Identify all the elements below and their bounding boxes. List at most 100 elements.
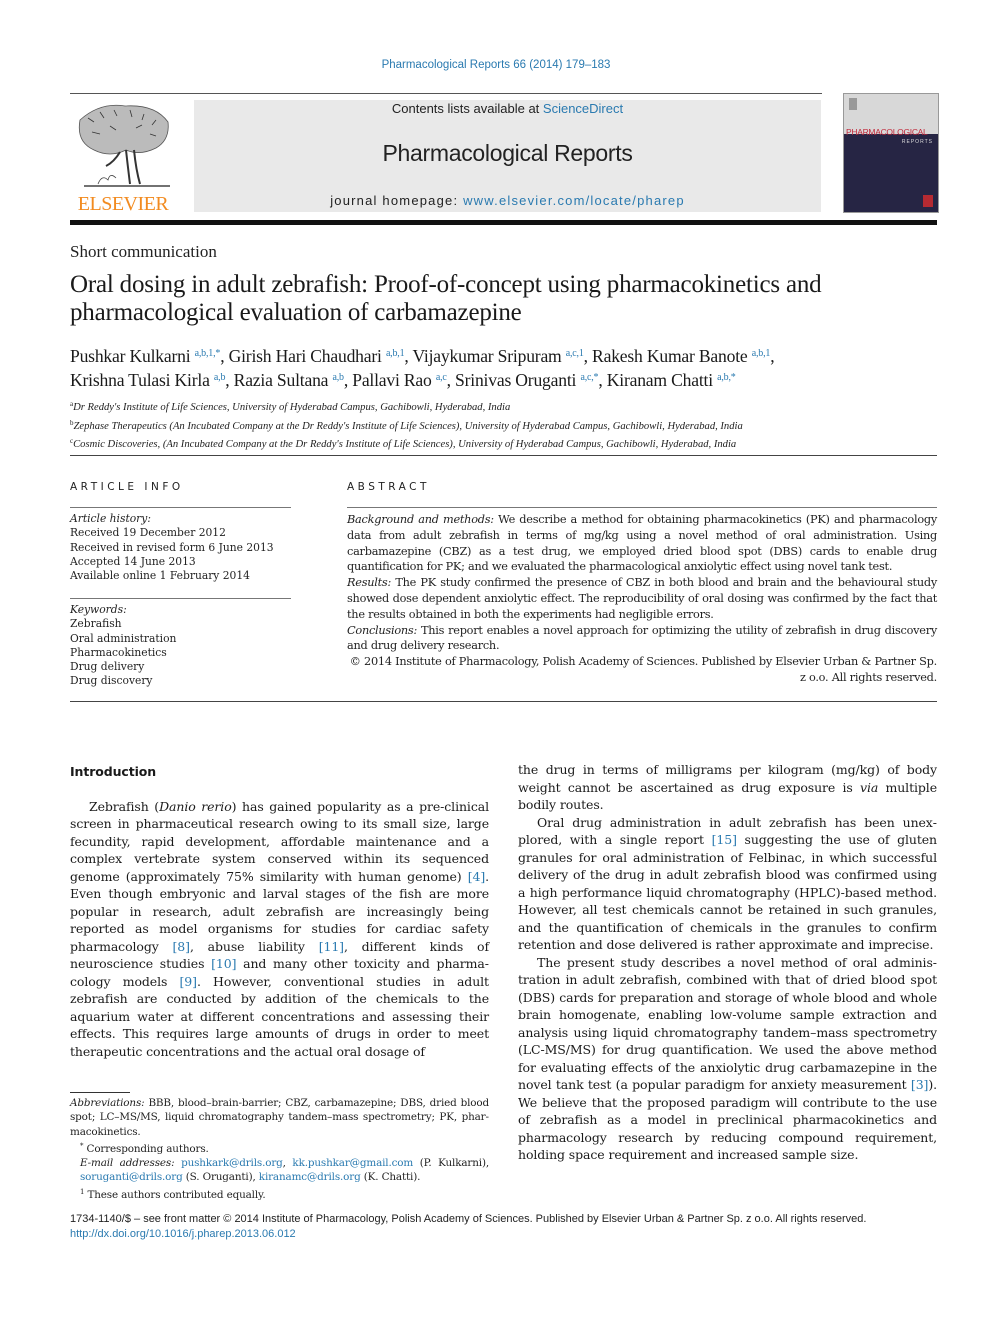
- citation-link[interactable]: [10]: [211, 956, 236, 971]
- affiliations: aDr Reddy's Institute of Life Sciences, …: [70, 397, 940, 453]
- citation-link[interactable]: [15]: [712, 832, 737, 847]
- author-affil-sup[interactable]: a,b,1,*: [195, 348, 221, 359]
- abstract-body: Background and methods: We describe a me…: [347, 512, 937, 686]
- author-name: Pallavi Rao: [352, 370, 432, 390]
- cover-logo-icon: [849, 98, 857, 110]
- keyword[interactable]: Pharmacokinetics: [70, 646, 300, 660]
- text: These authors contributed equally.: [84, 1188, 266, 1201]
- email-link[interactable]: soruganti@drils.org: [80, 1171, 183, 1183]
- sciencedirect-link[interactable]: ScienceDirect: [543, 101, 623, 116]
- citation-link[interactable]: [8]: [173, 939, 191, 954]
- history-item: Received in revised form 6 June 2013: [70, 540, 274, 554]
- author-affil-sup[interactable]: a,c: [436, 372, 447, 383]
- author[interactable]: Vijaykumar Sripuram a,c,1: [412, 346, 583, 366]
- author[interactable]: Kiranam Chatti a,b,*: [607, 370, 736, 390]
- author[interactable]: Pushkar Kulkarni a,b,1,*: [70, 346, 220, 366]
- article-type: Short communication: [70, 242, 217, 261]
- text: (P. Kulkarni),: [413, 1157, 490, 1170]
- keyword[interactable]: Oral administration: [70, 632, 300, 646]
- author-name: Razia Sultana: [233, 370, 329, 390]
- abstract-results: Results: The PK study confirmed the pres…: [347, 575, 937, 622]
- abbreviations: Abbreviations: BBB, blood–brain-barrier;…: [70, 1096, 489, 1139]
- text: (S. Oruganti),: [182, 1171, 259, 1184]
- cover-title: PHARMACOLOGICAL: [846, 127, 928, 137]
- author-name: Rakesh Kumar Banote: [592, 346, 748, 366]
- abstract-copyright: © 2014 Institute of Pharmacology, Polish…: [347, 654, 938, 686]
- keywords-label: Keywords:: [70, 603, 127, 616]
- author[interactable]: Srinivas Oruganti a,c,*: [455, 370, 599, 390]
- keyword[interactable]: Zebrafish: [70, 617, 300, 631]
- text: Zebrafish (: [89, 798, 160, 814]
- paragraph: Oral drug administration in adult zebraf…: [518, 814, 937, 954]
- footnote-rule: [70, 1092, 130, 1093]
- header-thick-rule: [70, 220, 937, 225]
- journal-cover-thumbnail[interactable]: PHARMACOLOGICAL REPORTS: [843, 93, 939, 213]
- divider: [70, 598, 291, 599]
- homepage-prefix: journal homepage:: [330, 193, 464, 208]
- author-affil-sup[interactable]: a,c,*: [580, 372, 598, 383]
- affiliation-text: Cosmic Discoveries, (An Incubated Compan…: [73, 439, 737, 450]
- paragraph: Zebrafish (Danio rerio) has gained popul…: [70, 798, 489, 1061]
- author-name: Srinivas Oruganti: [455, 370, 577, 390]
- text: ,: [282, 1157, 293, 1170]
- keywords: Keywords: Zebrafish Oral administration …: [70, 603, 300, 689]
- doi-link[interactable]: http://dx.doi.org/10.1016/j.pharep.2013.…: [70, 1227, 940, 1242]
- issn-line: 1734-1140/$ – see front matter © 2014 In…: [70, 1213, 867, 1225]
- text: The PK study confirmed the presence of C…: [347, 576, 937, 621]
- affiliation-text: Zephase Therapeutics (An Incubated Compa…: [73, 420, 743, 432]
- citation-link[interactable]: [9]: [180, 974, 198, 989]
- citation-link[interactable]: [4]: [468, 869, 486, 884]
- history-item: Accepted 14 June 2013: [70, 554, 196, 568]
- keyword[interactable]: Drug discovery: [70, 674, 300, 688]
- abstract-heading: ABSTRACT: [347, 481, 430, 493]
- author-affil-sup[interactable]: a,b,*: [717, 372, 736, 383]
- author-affil-sup[interactable]: a,b: [214, 372, 226, 383]
- author-affil-sup[interactable]: a,b,1: [752, 348, 771, 359]
- keyword[interactable]: Drug delivery: [70, 660, 300, 674]
- affiliation: aDr Reddy's Institute of Life Sciences, …: [70, 397, 940, 416]
- email-link[interactable]: pushkark@drils.org: [181, 1157, 283, 1169]
- label: Results:: [347, 576, 392, 590]
- body-column-right: the drug in terms of milligrams per kilo…: [518, 761, 937, 1164]
- text: This report enables a novel approach for…: [347, 623, 937, 653]
- homepage-link[interactable]: www.elsevier.com/locate/pharep: [463, 193, 685, 208]
- author-name: Girish Hari Chaudhari: [228, 346, 382, 366]
- email-link[interactable]: kk.pushkar@gmail.com: [292, 1157, 413, 1169]
- author-affil-sup[interactable]: a,c,1: [566, 348, 584, 359]
- citation-link[interactable]: [11]: [319, 939, 344, 954]
- article-title: Oral dosing in adult zebrafish: Proof-of…: [70, 271, 822, 326]
- abstract-conclusions: Conclusions: This report enables a novel…: [347, 623, 937, 655]
- text: suggesting the use of gluten granules fo…: [518, 832, 937, 952]
- cover-badge-icon: [923, 195, 933, 207]
- label: Abbreviations:: [70, 1097, 145, 1109]
- author-affil-sup[interactable]: a,b,1: [386, 348, 405, 359]
- citation-link[interactable]: [3]: [911, 1077, 929, 1092]
- author[interactable]: Pallavi Rao a,c: [352, 370, 447, 390]
- species-name: Danio rerio: [159, 798, 232, 814]
- author-affil-sup[interactable]: a,b: [332, 372, 344, 383]
- history-item: Received 19 December 2012: [70, 526, 226, 540]
- author-list: Pushkar Kulkarni a,b,1,*, Girish Hari Ch…: [70, 343, 945, 391]
- divider: [70, 507, 291, 508]
- separator: ,: [446, 370, 456, 390]
- footnotes: Abbreviations: BBB, blood–brain-barrier;…: [70, 1096, 489, 1202]
- cover-subtitle: REPORTS: [901, 139, 933, 145]
- publisher-name: ELSEVIER: [77, 193, 169, 215]
- author[interactable]: Rakesh Kumar Banote a,b,1: [592, 346, 770, 366]
- header-rule: [70, 93, 822, 94]
- author-name: Kiranam Chatti: [606, 370, 713, 390]
- separator: ,: [220, 346, 229, 366]
- contents-line: Contents lists available at ScienceDirec…: [194, 101, 821, 116]
- author[interactable]: Girish Hari Chaudhari a,b,1: [229, 346, 405, 366]
- equal-contribution-note: 1 These authors contributed equally.: [70, 1185, 489, 1202]
- body-column-left: Introduction Zebrafish (Danio rerio) has…: [70, 763, 489, 1060]
- journal-title: Pharmacological Reports: [382, 140, 633, 166]
- affiliation-text: Dr Reddy's Institute of Life Sciences, U…: [73, 402, 511, 413]
- email-link[interactable]: kiranamc@drils.org: [259, 1171, 361, 1183]
- author-name: Krishna Tulasi Kirla: [70, 370, 210, 390]
- author[interactable]: Krishna Tulasi Kirla a,b: [70, 370, 225, 390]
- affiliation: bZephase Therapeutics (An Incubated Comp…: [70, 416, 940, 435]
- journal-reference[interactable]: Pharmacological Reports 66 (2014) 179–18…: [0, 59, 992, 71]
- separator: ,: [343, 370, 353, 390]
- author[interactable]: Razia Sultana a,b: [234, 370, 344, 390]
